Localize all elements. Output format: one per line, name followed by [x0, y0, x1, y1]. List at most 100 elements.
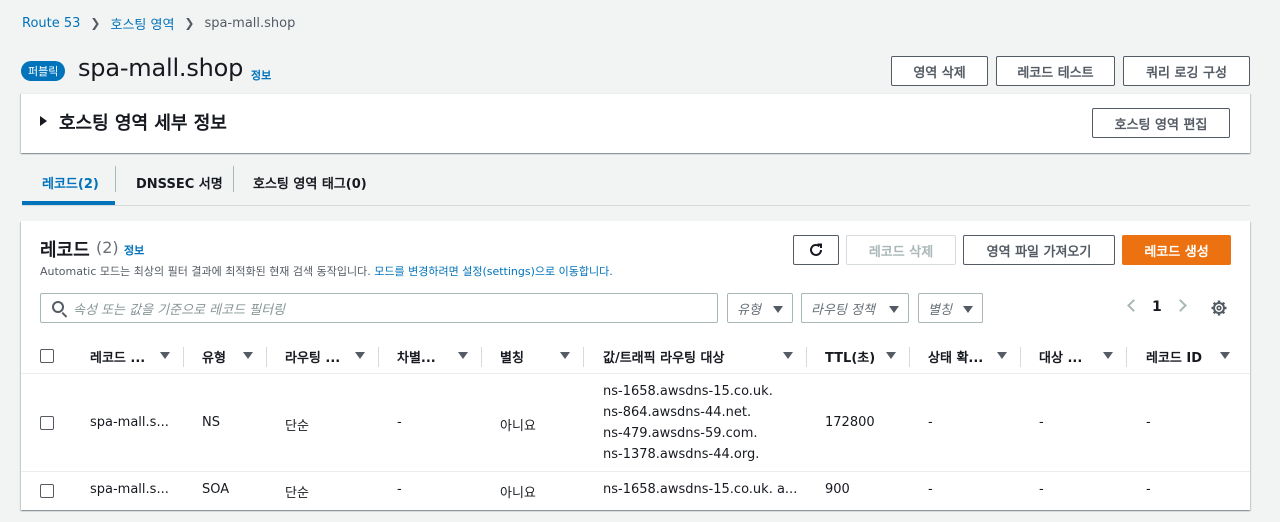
create-record-button[interactable]: 레코드 생성	[1122, 235, 1231, 265]
delete-record-button[interactable]: 레코드 삭제	[846, 235, 956, 265]
record-id-cell: -	[1146, 415, 1151, 430]
sort-icon[interactable]	[1220, 352, 1230, 359]
select-all-checkbox[interactable]	[40, 349, 54, 363]
record-name-cell: spa-mall.s...	[90, 415, 169, 430]
ttl-cell: 900	[825, 482, 850, 497]
public-badge: 퍼블릭	[21, 61, 66, 81]
type-filter-select[interactable]: 유형	[727, 293, 793, 323]
sort-icon[interactable]	[243, 352, 253, 359]
value-line: ns-1658.awsdns-15.co.uk.	[603, 384, 773, 399]
column-header-differentiator[interactable]: 차별...	[397, 338, 436, 374]
differentiator-cell: -	[397, 482, 402, 497]
import-zone-file-button[interactable]: 영역 파일 가져오기	[963, 235, 1115, 265]
records-description-text: Automatic 모드는 최상의 필터 결과에 최적화된 현재 검색 동작입니…	[40, 265, 375, 278]
column-header-record-id[interactable]: 레코드 ID	[1146, 338, 1202, 374]
breadcrumb: Route 53 ❯ 호스팅 영역 ❯ spa-mall.shop	[22, 14, 295, 33]
routing-policy-filter-select[interactable]: 라우팅 정책	[801, 293, 909, 323]
caret-down-icon	[889, 306, 899, 313]
caret-right-icon[interactable]	[40, 116, 47, 126]
column-header-routing[interactable]: 라우팅 ...	[285, 338, 340, 374]
hosted-zone-details-panel: 호스팅 영역 세부 정보 호스팅 영역 편집	[21, 93, 1250, 153]
value-line: ns-479.awsdns-59.com.	[603, 426, 758, 441]
column-divider[interactable]	[481, 347, 482, 367]
sort-icon[interactable]	[997, 352, 1007, 359]
column-divider[interactable]	[1020, 347, 1021, 367]
routing-policy-cell: 단순	[285, 419, 309, 434]
edit-hosted-zone-button[interactable]: 호스팅 영역 편집	[1092, 108, 1230, 138]
record-type-cell: NS	[202, 415, 220, 430]
tab-divider	[233, 166, 234, 192]
table-row[interactable]: spa-mall.s... NS 단순 - 아니요 ns-1658.awsdns…	[21, 374, 1250, 472]
query-logging-button[interactable]: 쿼리 로깅 구성	[1123, 56, 1250, 86]
records-title: 레코드	[40, 240, 90, 261]
hosted-zone-details-toggle[interactable]: 호스팅 영역 세부 정보	[59, 109, 227, 135]
records-count: (2)	[96, 238, 119, 257]
tab-bar: 레코드(2) DNSSEC 서명 호스팅 영역 태그(0)	[22, 160, 1250, 206]
health-check-cell: -	[928, 415, 933, 430]
refresh-button[interactable]	[793, 235, 839, 265]
records-description: Automatic 모드는 최상의 필터 결과에 최적화된 현재 검색 동작입니…	[40, 263, 613, 279]
record-name-cell: spa-mall.s...	[90, 482, 169, 497]
row-checkbox[interactable]	[40, 416, 54, 430]
routing-policy-cell: 단순	[285, 486, 309, 501]
test-record-button[interactable]: 레코드 테스트	[996, 56, 1115, 86]
tab-records[interactable]: 레코드(2)	[42, 160, 99, 205]
differentiator-cell: -	[397, 415, 402, 430]
refresh-icon	[810, 243, 822, 256]
breadcrumb-hosted-zones-link[interactable]: 호스팅 영역	[110, 14, 174, 33]
record-type-cell: SOA	[202, 482, 230, 497]
ttl-cell: 172800	[825, 415, 875, 430]
active-tab-indicator	[22, 201, 115, 205]
column-divider[interactable]	[806, 347, 807, 367]
column-divider[interactable]	[909, 347, 910, 367]
value-line: ns-1378.awsdns-44.org.	[603, 447, 760, 462]
column-divider[interactable]	[1126, 347, 1127, 367]
search-icon	[52, 301, 64, 313]
search-input[interactable]: 속성 또는 값을 기준으로 레코드 필터링	[40, 293, 718, 323]
column-divider[interactable]	[183, 347, 184, 367]
column-header-target[interactable]: 대상 ...	[1039, 338, 1082, 374]
page-number[interactable]: 1	[1152, 299, 1162, 315]
settings-link[interactable]: 모드를 변경하려면 설정(settings)으로 이동합니다.	[374, 265, 612, 278]
sort-icon[interactable]	[560, 352, 570, 359]
tab-hosted-zone-tags[interactable]: 호스팅 영역 태그(0)	[253, 160, 367, 205]
column-header-health-check[interactable]: 상태 확...	[928, 338, 983, 374]
column-header-ttl[interactable]: TTL(초)	[825, 338, 875, 374]
tab-dnssec[interactable]: DNSSEC 서명	[136, 160, 223, 205]
info-link[interactable]: 정보	[251, 67, 271, 83]
caret-down-icon	[963, 306, 973, 313]
sort-icon[interactable]	[458, 352, 468, 359]
column-divider[interactable]	[378, 347, 379, 367]
alias-cell: 아니요	[500, 419, 536, 434]
column-header-alias[interactable]: 별칭	[500, 338, 524, 374]
value-cell: ns-1658.awsdns-15.co.uk. a...	[603, 482, 798, 497]
settings-gear-icon[interactable]	[1211, 300, 1227, 316]
alias-cell: 아니요	[500, 486, 536, 501]
column-header-type[interactable]: 유형	[202, 338, 226, 374]
sort-icon[interactable]	[1103, 352, 1113, 359]
page-title: spa-mall.shop	[78, 54, 244, 82]
table-row[interactable]: spa-mall.s... SOA 단순 - 아니요 ns-1658.awsdn…	[21, 472, 1250, 509]
records-info-link[interactable]: 정보	[124, 242, 144, 258]
delete-zone-button[interactable]: 영역 삭제	[891, 56, 988, 86]
breadcrumb-route53-link[interactable]: Route 53	[22, 16, 80, 31]
value-cell: ns-1658.awsdns-15.co.uk. ns-864.awsdns-4…	[603, 381, 773, 465]
row-checkbox[interactable]	[40, 484, 54, 498]
record-id-cell: -	[1146, 482, 1151, 497]
column-header-record-name[interactable]: 레코드 ...	[90, 338, 145, 374]
sort-icon[interactable]	[160, 352, 170, 359]
caret-down-icon	[773, 306, 783, 313]
health-check-cell: -	[928, 482, 933, 497]
sort-icon[interactable]	[886, 352, 896, 359]
sort-icon[interactable]	[355, 352, 365, 359]
column-divider[interactable]	[583, 347, 584, 367]
type-filter-label: 유형	[737, 302, 761, 318]
chevron-right-icon: ❯	[184, 16, 195, 30]
sort-icon[interactable]	[783, 352, 793, 359]
alias-filter-select[interactable]: 별칭	[918, 293, 983, 323]
column-divider[interactable]	[266, 347, 267, 367]
routing-policy-filter-label: 라우팅 정책	[811, 302, 875, 318]
column-header-value[interactable]: 값/트래픽 라우팅 대상	[603, 338, 724, 374]
target-cell: -	[1039, 482, 1044, 497]
chevron-right-icon: ❯	[90, 16, 101, 30]
